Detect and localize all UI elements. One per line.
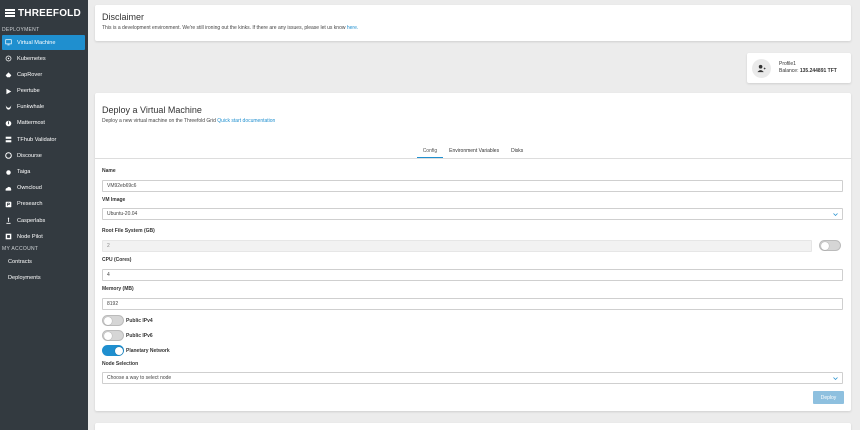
page-title: Deploy a Virtual Machine [102,105,202,115]
kubernetes-icon [5,55,12,62]
brand-logo[interactable]: THREEFOLD [0,0,88,26]
profile-balance: Balance: 135.244891 TFT [779,68,837,74]
planetary-network-toggle[interactable] [102,345,124,356]
quick-start-link[interactable]: Quick start documentation [217,118,275,124]
sidebar-item-presearch[interactable]: Presearch [2,197,85,212]
chevron-down-icon [833,213,838,217]
sidebar: THREEFOLD DEPLOYMENT Virtual Machine Kub… [0,0,88,430]
caprover-icon [5,71,12,78]
chat-icon [5,152,12,160]
sidebar-item-casperlabs[interactable]: Casperlabs [2,213,85,228]
vm-image-label: VM Image [102,197,126,203]
monitor-icon [5,39,12,46]
vm-image-select[interactable]: Ubuntu-20.04 [102,208,843,220]
sidebar-item-peertube[interactable]: Peertube [2,84,85,99]
public-ipv4-label: Public IPv4 [126,318,153,324]
public-ipv4-toggle[interactable] [102,315,124,326]
play-icon [5,88,12,95]
tabs: Config Environment Variables Disks [95,145,851,159]
cpu-label: CPU (Cores) [102,257,132,263]
nodepilot-icon [5,233,12,240]
profile-card[interactable]: Profile1 Balance: 135.244891 TFT [747,53,851,83]
root-fs-input[interactable]: 2 [102,240,812,252]
sidebar-item-label: Node Pilot [17,233,43,240]
funkwhale-icon [5,104,12,111]
sidebar-item-label: TFhub Validator [17,136,57,143]
sidebar-item-label: Deployments [8,275,41,282]
sidebar-item-label: Casperlabs [17,217,46,224]
brand-name: THREEFOLD [18,7,81,19]
sidebar-item-label: Virtual Machine [17,39,56,46]
threefold-logo-icon [5,9,15,17]
page-subtitle: Deploy a new virtual machine on the Thre… [102,118,276,124]
balance-value: 135.244891 TFT [799,68,837,74]
account-section-label: MY ACCOUNT [2,246,39,253]
root-fs-toggle[interactable] [819,240,841,251]
public-ipv6-toggle[interactable] [102,330,124,341]
disclaimer-link[interactable]: here. [347,25,358,31]
bottom-card [95,423,851,430]
mattermost-icon [5,120,12,127]
sidebar-item-label: Presearch [17,201,43,208]
sidebar-item-owncloud[interactable]: Owncloud [2,181,85,196]
sidebar-item-label: Taiga [17,169,31,175]
tab-environment-variables[interactable]: Environment Variables [443,145,505,158]
public-ipv6-label: Public IPv6 [126,333,153,339]
sidebar-item-label: Mattermost [17,120,45,127]
deploy-button[interactable]: Deploy [813,391,844,404]
deployment-section-label: DEPLOYMENT [2,27,40,33]
sidebar-item-label: Kubernetes [17,55,46,62]
profile-name: Profile1 [779,61,796,67]
disclaimer-card: Disclaimer This is a development environ… [95,5,851,41]
tab-config[interactable]: Config [416,145,444,158]
sidebar-item-virtual-machine[interactable]: Virtual Machine [2,35,85,50]
casper-icon [5,217,12,224]
sidebar-item-funkwhale[interactable]: Funkwhale [2,100,85,115]
sidebar-item-mattermost[interactable]: Mattermost [2,116,85,131]
taiga-icon [5,169,12,176]
sidebar-item-node-pilot[interactable]: Node Pilot [2,229,85,244]
sidebar-item-label: Peertube [17,88,40,95]
sidebar-item-contracts[interactable]: Contracts [2,254,85,269]
cpu-input[interactable]: 4 [102,269,843,281]
sidebar-item-discourse[interactable]: Discourse [2,148,85,163]
sidebar-item-label: CapRover [17,71,43,78]
deploy-vm-card: Deploy a Virtual Machine Deploy a new vi… [95,93,851,411]
root-fs-label: Root File System (GB) [102,228,155,234]
server-icon [5,136,12,143]
node-selection-select[interactable]: Choose a way to select node [102,372,843,384]
avatar [752,58,771,78]
sidebar-item-label: Owncloud [17,185,42,192]
memory-input[interactable]: 8192 [102,298,843,310]
sidebar-item-label: Contracts [8,258,32,265]
name-input[interactable]: VM92eb69c6 [102,180,843,192]
sidebar-item-deployments[interactable]: Deployments [2,271,85,286]
memory-label: Memory (MB) [102,286,134,292]
name-label: Name [102,168,116,174]
node-selection-label: Node Selection [102,361,139,367]
disclaimer-text: This is a development environment. We're… [102,25,359,31]
sidebar-item-taiga[interactable]: Taiga [2,165,85,180]
cloud-icon [5,185,12,192]
user-icon [757,64,766,72]
sidebar-item-kubernetes[interactable]: Kubernetes [2,51,85,66]
search-icon [5,201,12,208]
tab-disks[interactable]: Disks [505,145,529,158]
disclaimer-title: Disclaimer [102,12,145,22]
sidebar-item-caprover[interactable]: CapRover [2,67,85,82]
sidebar-item-tfhub-validator[interactable]: TFhub Validator [2,132,85,147]
planetary-network-label: Planetary Network [126,348,170,354]
sidebar-item-label: Funkwhale [17,104,45,111]
sidebar-item-label: Discourse [17,152,42,159]
chevron-down-icon [833,377,838,381]
